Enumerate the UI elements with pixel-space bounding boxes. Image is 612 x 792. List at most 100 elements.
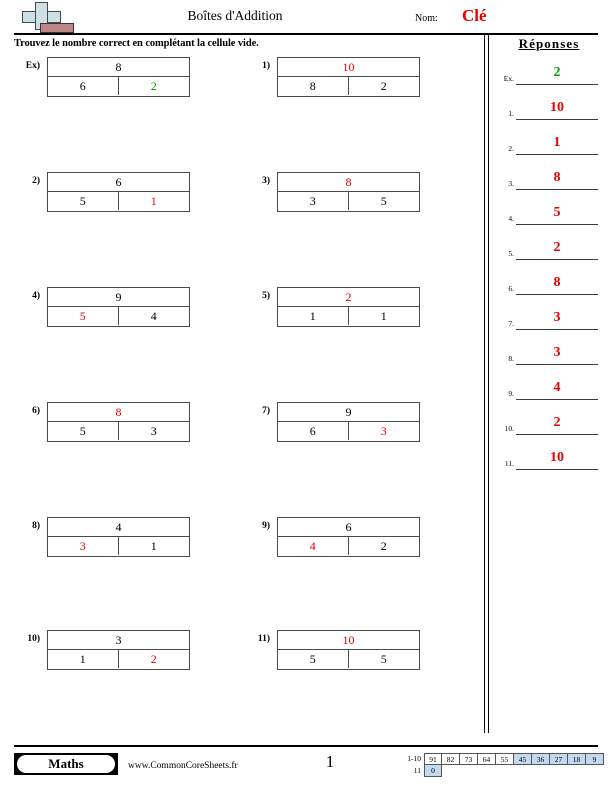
problem-number: 6) [32, 406, 40, 416]
problem-10: 10) 3 1 2 [0, 628, 190, 674]
sum-cell: 6 [278, 518, 419, 537]
addend-left-cell[interactable]: 3 [48, 537, 119, 555]
name-label: Nom: [415, 13, 438, 24]
problems-area: Ex) 8 6 2 1) 10 8 2 2) 6 5 1 3) 8 3 5 4) 9 5 4 5) 2 1 1 6) 8 5 3 7) 9… [0, 55, 480, 715]
addition-box: 10 8 2 [277, 57, 420, 97]
scale-row-top-label: 1-10 [407, 754, 421, 763]
worksheet-title: Boîtes d'Addition [187, 8, 283, 23]
addend-left-cell: 5 [278, 650, 349, 668]
addition-box: 211 [277, 287, 420, 327]
header-divider-rule [14, 33, 598, 35]
problem-number: 4) [32, 291, 40, 301]
problem-number: Ex) [25, 61, 40, 71]
addends-row: 31 [48, 537, 189, 556]
page-header: Boîtes d'Addition Nom: Clé [0, 0, 612, 34]
scale-row-bottom: 11 0 [398, 765, 604, 777]
scale-cell: 18 [568, 753, 586, 765]
sum-cell[interactable]: 10 [278, 58, 419, 77]
answer-row-value: 4 [553, 380, 561, 395]
addend-left-cell[interactable]: 4 [278, 537, 349, 555]
addend-left-cell: 6 [278, 422, 349, 440]
addend-right-cell: 3 [150, 424, 157, 438]
addition-box: 431 [47, 517, 190, 557]
addends-row: 12 [48, 650, 189, 669]
addend-left-cell: 3 [278, 192, 349, 210]
problem-7: 7) 9 6 3 [230, 400, 420, 446]
sum-cell: 9 [278, 403, 419, 422]
addends-row: 54 [48, 307, 189, 326]
sum-cell: 3 [48, 631, 189, 650]
addend-right-cell[interactable]: 3 [349, 422, 420, 440]
answer-row-label: 11. [504, 459, 514, 468]
answers-title: Réponses [518, 36, 580, 51]
sum-cell: 9 [48, 288, 189, 307]
answer-row-value: 5 [553, 205, 561, 220]
problem-number: 3) [262, 176, 270, 186]
problem-number: 8) [32, 521, 40, 531]
scale-row-bottom-label: 11 [413, 766, 421, 775]
addition-box: 642 [277, 517, 420, 557]
answer-row-value: 2 [553, 240, 561, 255]
scale-cell: 73 [460, 753, 478, 765]
problem-number: 1) [262, 61, 270, 71]
addend-right-cell: 1 [150, 539, 157, 553]
addition-box: 85 3 [47, 402, 190, 442]
sum-cell: 6 [48, 173, 189, 192]
answer-row-label: 4. [508, 214, 514, 223]
scale-cell: 9 [586, 753, 604, 765]
addend-right-cell: 4 [150, 309, 157, 323]
answer-row-line [516, 224, 598, 225]
problem-number: 5) [262, 291, 270, 301]
addends-row: 62 [48, 77, 189, 96]
answer-row: 9. 4 [494, 379, 606, 401]
addend-left-cell[interactable]: 5 [48, 307, 119, 325]
addends-row: 42 [278, 537, 419, 556]
scale-cell: 91 [424, 753, 442, 765]
scale-cell: 64 [478, 753, 496, 765]
website-url: www.CommonCoreSheets.fr [128, 761, 238, 771]
answer-row-label: 7. [508, 319, 514, 328]
problem-5: 5) 2 1 1 [230, 285, 420, 331]
grading-scale-table: 1-10 91 82 73 64 55 45 36 27 18 9 11 0 [398, 753, 604, 777]
answer-row: 1. 10 [494, 99, 606, 121]
addition-box: 312 [47, 630, 190, 670]
sum-cell: 4 [48, 518, 189, 537]
scale-row-top: 1-10 91 82 73 64 55 45 36 27 18 9 [398, 753, 604, 765]
addend-right-cell[interactable]: 2 [119, 650, 190, 668]
answer-row: 5. 2 [494, 239, 606, 261]
answer-row-line [516, 119, 598, 120]
addends-row: 63 [278, 422, 419, 441]
addend-left-cell: 1 [48, 650, 119, 668]
addition-box: 954 [47, 287, 190, 327]
answer-row-line [516, 189, 598, 190]
scale-cell: 55 [496, 753, 514, 765]
answer-row: 7. 3 [494, 309, 606, 331]
sum-cell[interactable]: 8 [278, 173, 419, 192]
answer-row-value: 10 [550, 450, 564, 465]
answer-row: 2. 1 [494, 134, 606, 156]
answer-row-line [516, 364, 598, 365]
scale-cell: 0 [424, 765, 442, 777]
answer-row-label: 1. [508, 109, 514, 118]
sum-cell: 8 [48, 58, 189, 77]
addition-box: 10 5 5 [277, 630, 420, 670]
answer-row-value: 3 [553, 310, 561, 325]
addend-left-cell: 6 [48, 77, 119, 95]
answer-row-label: 8. [508, 354, 514, 363]
problem-3: 3) 8 3 5 [230, 170, 420, 216]
addend-left-cell: 5 [48, 422, 119, 440]
addend-left-cell: 1 [278, 307, 349, 325]
answer-row-label: Ex. [503, 74, 514, 83]
addends-row: 55 [278, 650, 419, 669]
answer-row-line [516, 154, 598, 155]
answer-row-value: 2 [553, 65, 561, 80]
sum-cell[interactable]: 2 [278, 288, 419, 307]
problem-number: 7) [262, 406, 270, 416]
addend-left-cell: 8 [278, 77, 349, 95]
sum-cell[interactable]: 8 [48, 403, 189, 422]
addend-right-cell[interactable]: 2 [119, 77, 190, 95]
page-number: 1 [325, 752, 335, 771]
addend-right-cell[interactable]: 1 [119, 192, 190, 210]
answer-row-label: 10. [504, 424, 514, 433]
sum-cell[interactable]: 10 [278, 631, 419, 650]
